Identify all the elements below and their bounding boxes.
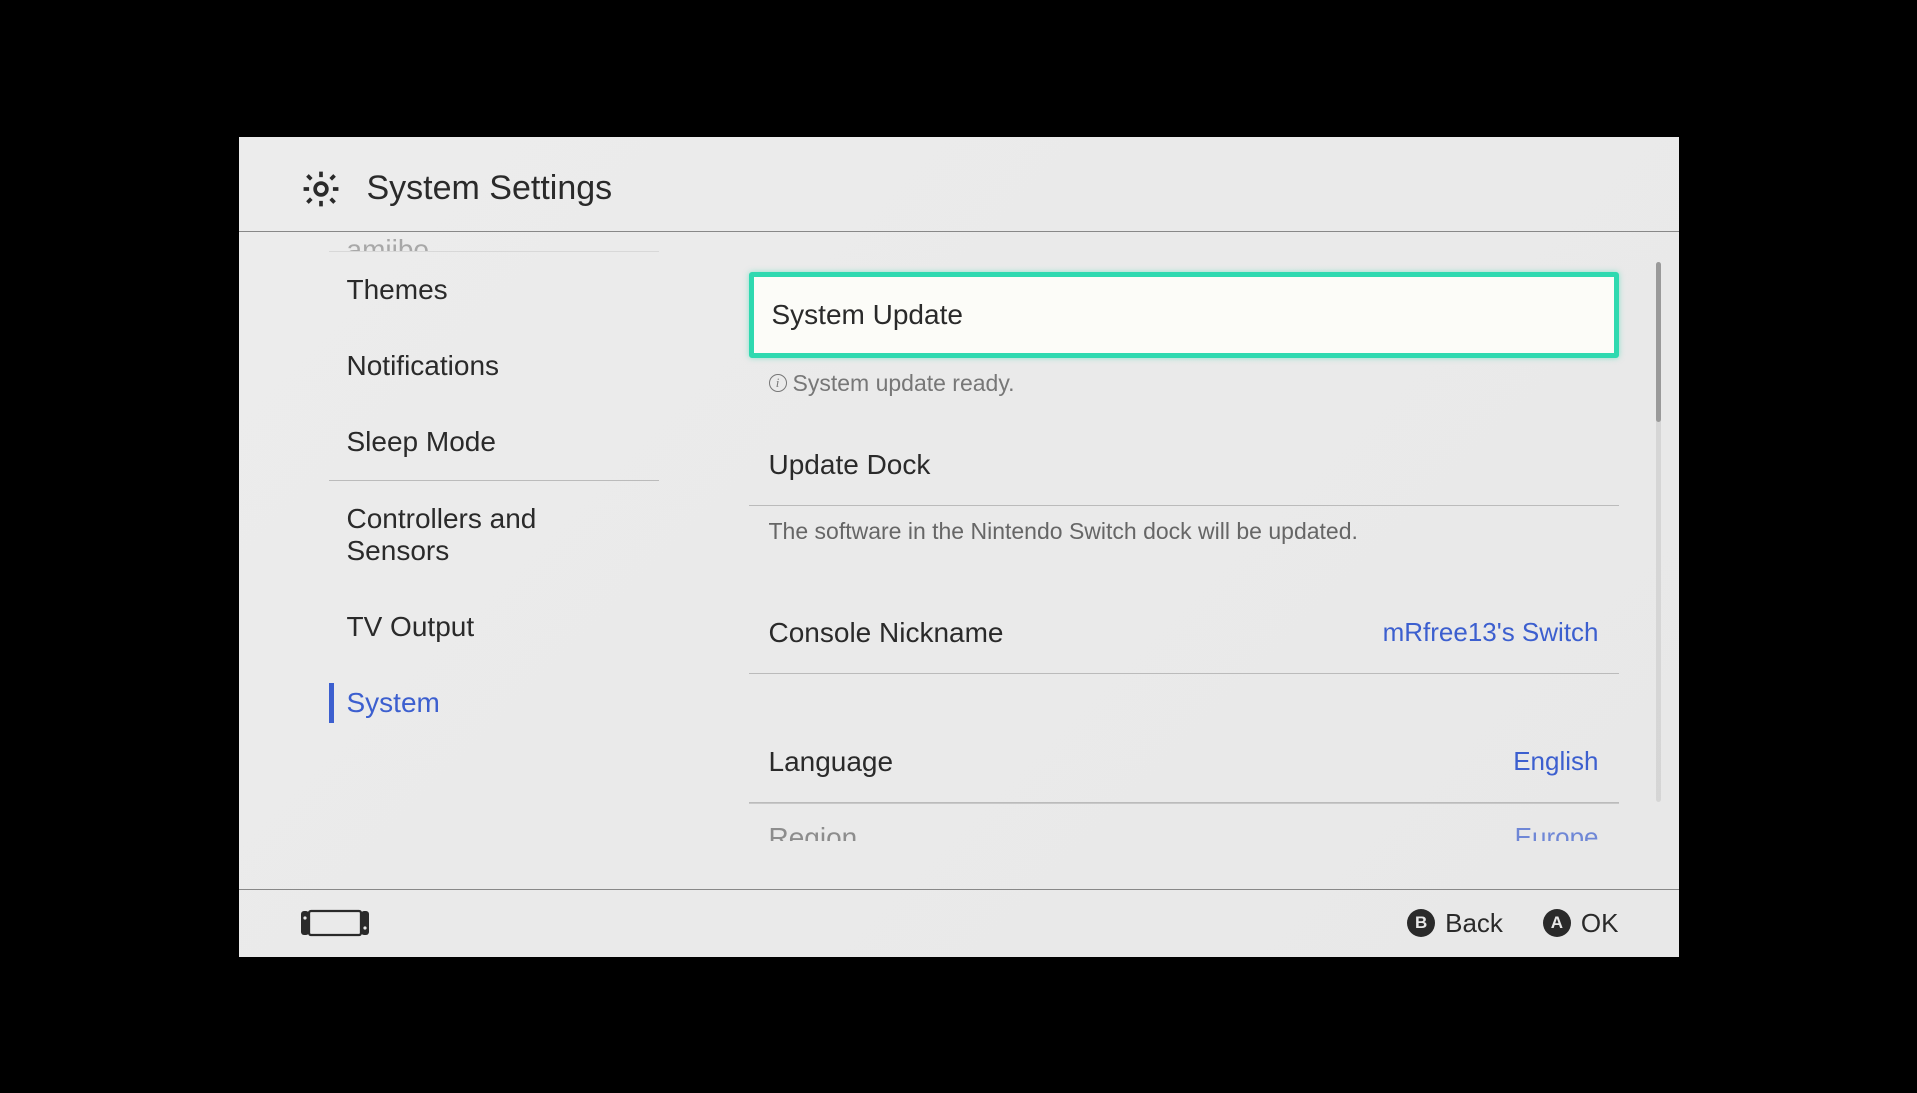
info-icon: i [769,374,787,392]
option-label: Console Nickname [769,617,1004,649]
option-language[interactable]: Language English [749,722,1619,803]
back-label: Back [1445,908,1503,939]
settings-screen: System Settings amiibo Themes Notificati… [239,137,1679,957]
page-title: System Settings [367,169,613,208]
update-dock-caption: The software in the Nintendo Switch dock… [749,506,1619,593]
sidebar-item-label: Controllers and Sensors [347,503,537,566]
controller-icon [299,907,371,939]
option-value: Europe [1515,822,1599,841]
footer-buttons: B Back A OK [1407,908,1618,939]
option-value: English [1513,746,1598,777]
sidebar-item-amiibo[interactable]: amiibo [329,232,659,252]
main-panel: System Update i System update ready. Upd… [679,232,1679,882]
option-value: mRfree13's Switch [1383,617,1599,648]
scrollbar-thumb[interactable] [1656,262,1661,422]
option-label: System Update [772,299,963,331]
option-label: Region [769,822,858,841]
option-system-update[interactable]: System Update [749,272,1619,358]
scrollbar[interactable] [1656,262,1661,802]
caption-text: System update ready. [793,370,1015,397]
sidebar-item-themes[interactable]: Themes [329,252,659,328]
a-button-icon: A [1543,909,1571,937]
sidebar-item-notifications[interactable]: Notifications [329,328,659,404]
b-button-icon: B [1407,909,1435,937]
option-label: Update Dock [769,449,931,481]
footer: B Back A OK [239,889,1679,957]
sidebar-item-label: Sleep Mode [347,426,496,457]
body: amiibo Themes Notifications Sleep Mode C… [239,232,1679,882]
sidebar-item-label: Themes [347,274,448,305]
sidebar-item-label: TV Output [347,611,475,642]
sidebar-item-label: System [347,687,440,718]
sidebar-item-sleep-mode[interactable]: Sleep Mode [329,404,659,480]
sidebar: amiibo Themes Notifications Sleep Mode C… [239,232,679,882]
option-region[interactable]: Region Europe [749,803,1619,841]
sidebar-item-system[interactable]: System [329,665,659,741]
back-button[interactable]: B Back [1407,908,1503,939]
system-update-caption: i System update ready. [749,358,1619,425]
sidebar-item-label: Notifications [347,350,500,381]
header: System Settings [239,137,1679,232]
option-update-dock[interactable]: Update Dock [749,425,1619,506]
sidebar-item-tv-output[interactable]: TV Output [329,589,659,665]
gear-icon [299,167,343,211]
option-console-nickname[interactable]: Console Nickname mRfree13's Switch [749,593,1619,674]
ok-label: OK [1581,908,1619,939]
ok-button[interactable]: A OK [1543,908,1619,939]
option-label: Language [769,746,894,778]
sidebar-item-controllers-and-sensors[interactable]: Controllers and Sensors [329,481,659,589]
